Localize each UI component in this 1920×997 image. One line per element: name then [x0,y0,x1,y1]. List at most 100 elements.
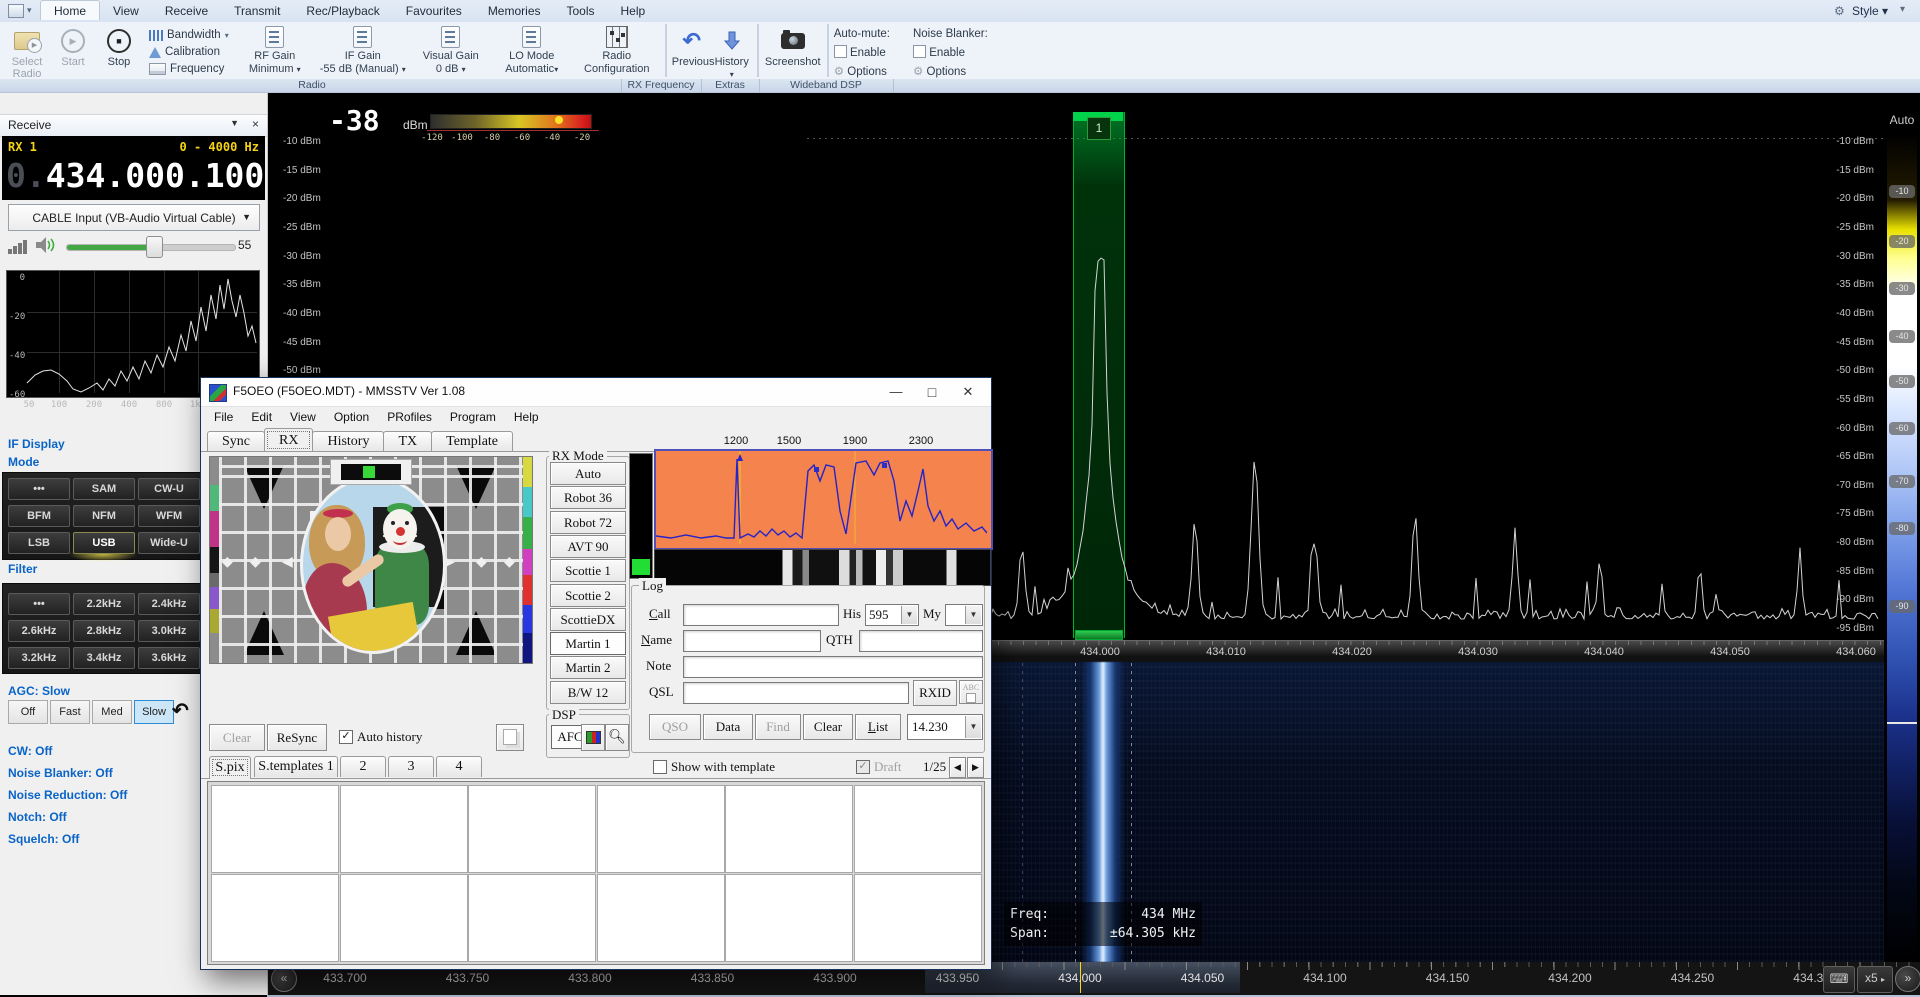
template-thumbnail[interactable] [211,874,339,962]
mode-button-sam[interactable]: SAM [73,478,135,500]
ribbon-tab-help[interactable]: Help [608,1,659,20]
filter-button-24khz[interactable]: 2.4kHz [138,593,200,615]
palette-badge--40[interactable]: -40 [1889,330,1915,343]
show-with-template-checkbox[interactable] [653,760,667,774]
log-button-list[interactable]: List [855,714,901,740]
rx-mode-martin2[interactable]: Martin 2 [550,656,626,679]
channel-footer-marker[interactable] [1075,630,1123,640]
template-thumbnail[interactable] [211,785,339,873]
abc-button[interactable]: ABC [959,680,983,704]
mode-button-usb[interactable]: USB [73,532,135,554]
menu-view[interactable]: View [281,410,325,424]
keyboard-entry-button[interactable]: ⌨ [1823,966,1855,993]
magnifier-button[interactable]: 🔍︎ [605,724,629,751]
rx-mode-scottie1[interactable]: Scottie 1 [550,559,626,582]
rx-mode-martin1[interactable]: Martin 1 [550,632,626,655]
zoom-button[interactable]: x5 ▸ [1857,966,1893,993]
mode-button-wfm[interactable]: WFM [138,505,200,527]
menu-help[interactable]: Help [505,410,548,424]
palette-gradient[interactable] [1887,134,1917,962]
template-thumbnail[interactable] [854,785,982,873]
template-thumbnail[interactable] [854,874,982,962]
qsl-field[interactable] [683,682,909,704]
status-noise-blanker[interactable]: Noise Blanker: Off [8,766,113,780]
noise-blanker-enable-checkbox[interactable]: Enable [913,44,988,63]
palette-badge--80[interactable]: -80 [1889,522,1915,535]
close-icon[interactable]: × [252,117,259,131]
call-field[interactable] [683,604,839,626]
mmsstv-tab-rx[interactable]: RX [264,428,313,452]
lo-mode-button[interactable]: LO Mode Automatic▾ [493,24,571,76]
log-button-data[interactable]: Data [703,714,753,740]
filter-button-30khz[interactable]: 3.0kHz [138,620,200,642]
ribbon-tab-transmit[interactable]: Transmit [221,1,293,20]
channel-number-badge[interactable]: 1 [1087,117,1111,140]
his-combo[interactable]: 595▼ [865,604,919,626]
previous-button[interactable]: ↶ Previous [672,24,712,68]
ribbon-tab-view[interactable]: View [100,1,152,20]
template-thumbnail[interactable] [725,785,853,873]
rxid-button[interactable]: RXID [913,680,957,706]
name-field[interactable] [683,630,821,652]
style-button[interactable]: Style ▾ [1852,4,1888,18]
start-button[interactable]: ▶ Start [50,24,96,68]
menu-program[interactable]: Program [441,410,505,424]
template-thumbnail[interactable] [340,874,468,962]
bottom-tab-2[interactable]: 2 [340,756,386,777]
mmsstv-titlebar[interactable]: F5OEO (F5OEO.MDT) - MMSSTV Ver 1.08 — □ … [201,378,991,407]
log-button-qso[interactable]: QSO [649,714,701,740]
bottom-tab-3[interactable]: 3 [388,756,434,777]
template-thumbnail[interactable] [597,874,725,962]
mode-button-bfm[interactable]: BFM [8,505,70,527]
rx-mode-scottie2[interactable]: Scottie 2 [550,584,626,607]
ribbon-tab-recplayback[interactable]: Rec/Playback [293,1,392,20]
palette-badge--60[interactable]: -60 [1889,422,1915,435]
minimize-button[interactable]: — [879,378,913,406]
bandwidth-button[interactable]: Bandwidth▾ [149,27,229,43]
if-display-label[interactable]: IF Display [8,437,65,451]
stop-button[interactable]: ■ Stop [96,24,142,68]
mode-button-cwu[interactable]: CW-U [138,478,200,500]
gear-icon[interactable]: ⚙ [1834,4,1845,18]
screenshot-button[interactable]: Screenshot [764,24,822,68]
mode-button-nfm[interactable]: NFM [73,505,135,527]
frequency-display[interactable]: RX 1 0 - 4000 Hz 0.434.000.100 [2,136,265,200]
mmsstv-tab-tx[interactable]: TX [383,431,432,452]
rx-mode-robot72[interactable]: Robot 72 [550,511,626,534]
mmsstv-tab-template[interactable]: Template [431,431,513,452]
filter-button-26khz[interactable]: 2.6kHz [8,620,70,642]
status-cw[interactable]: CW: Off [8,744,52,758]
speaker-icon[interactable] [34,235,58,260]
agc-button-slow[interactable]: Slow [134,700,174,724]
menu-option[interactable]: Option [325,410,378,424]
image-clear-button[interactable]: Clear [209,724,265,751]
quick-access-chevron-icon[interactable]: ▾ [27,5,32,16]
palette-badge--50[interactable]: -50 [1889,375,1915,388]
mode-button-wideu[interactable]: Wide-U [138,532,200,554]
mmsstv-tab-sync[interactable]: Sync [207,431,265,452]
ribbon-tab-receive[interactable]: Receive [152,1,221,20]
bottom-tab-spix[interactable]: S.pix [209,756,251,779]
resync-button[interactable]: ReSync [267,724,327,751]
rx-mode-avt90[interactable]: AVT 90 [550,535,626,558]
status-noise-reduction[interactable]: Noise Reduction: Off [8,788,127,802]
select-radio-button[interactable]: ▶ Select Radio [4,24,50,80]
template-thumbnail[interactable] [725,874,853,962]
scroll-right-button[interactable]: » [1895,966,1920,992]
template-thumbnail[interactable] [468,785,596,873]
bottom-tab-stemplates1[interactable]: S.templates 1 [254,756,338,777]
filter-label[interactable]: Filter [8,562,37,576]
template-thumbnail[interactable] [468,874,596,962]
status-notch[interactable]: Notch: Off [8,810,67,824]
note-field[interactable] [683,656,983,678]
app-menu-icon[interactable] [8,4,24,18]
rx-mode-auto[interactable]: Auto [550,462,626,485]
mmsstv-window[interactable]: F5OEO (F5OEO.MDT) - MMSSTV Ver 1.08 — □ … [200,377,992,970]
palette-badge--30[interactable]: -30 [1889,282,1915,295]
filter-button-28khz[interactable]: 2.8kHz [73,620,135,642]
agc-button-med[interactable]: Med [92,700,132,724]
frequency-digits[interactable]: 0.434.000.100 [6,156,261,195]
qth-field[interactable] [859,630,983,652]
ribbon-tab-favourites[interactable]: Favourites [393,1,475,20]
palette-auto-label[interactable]: Auto [1884,108,1920,134]
